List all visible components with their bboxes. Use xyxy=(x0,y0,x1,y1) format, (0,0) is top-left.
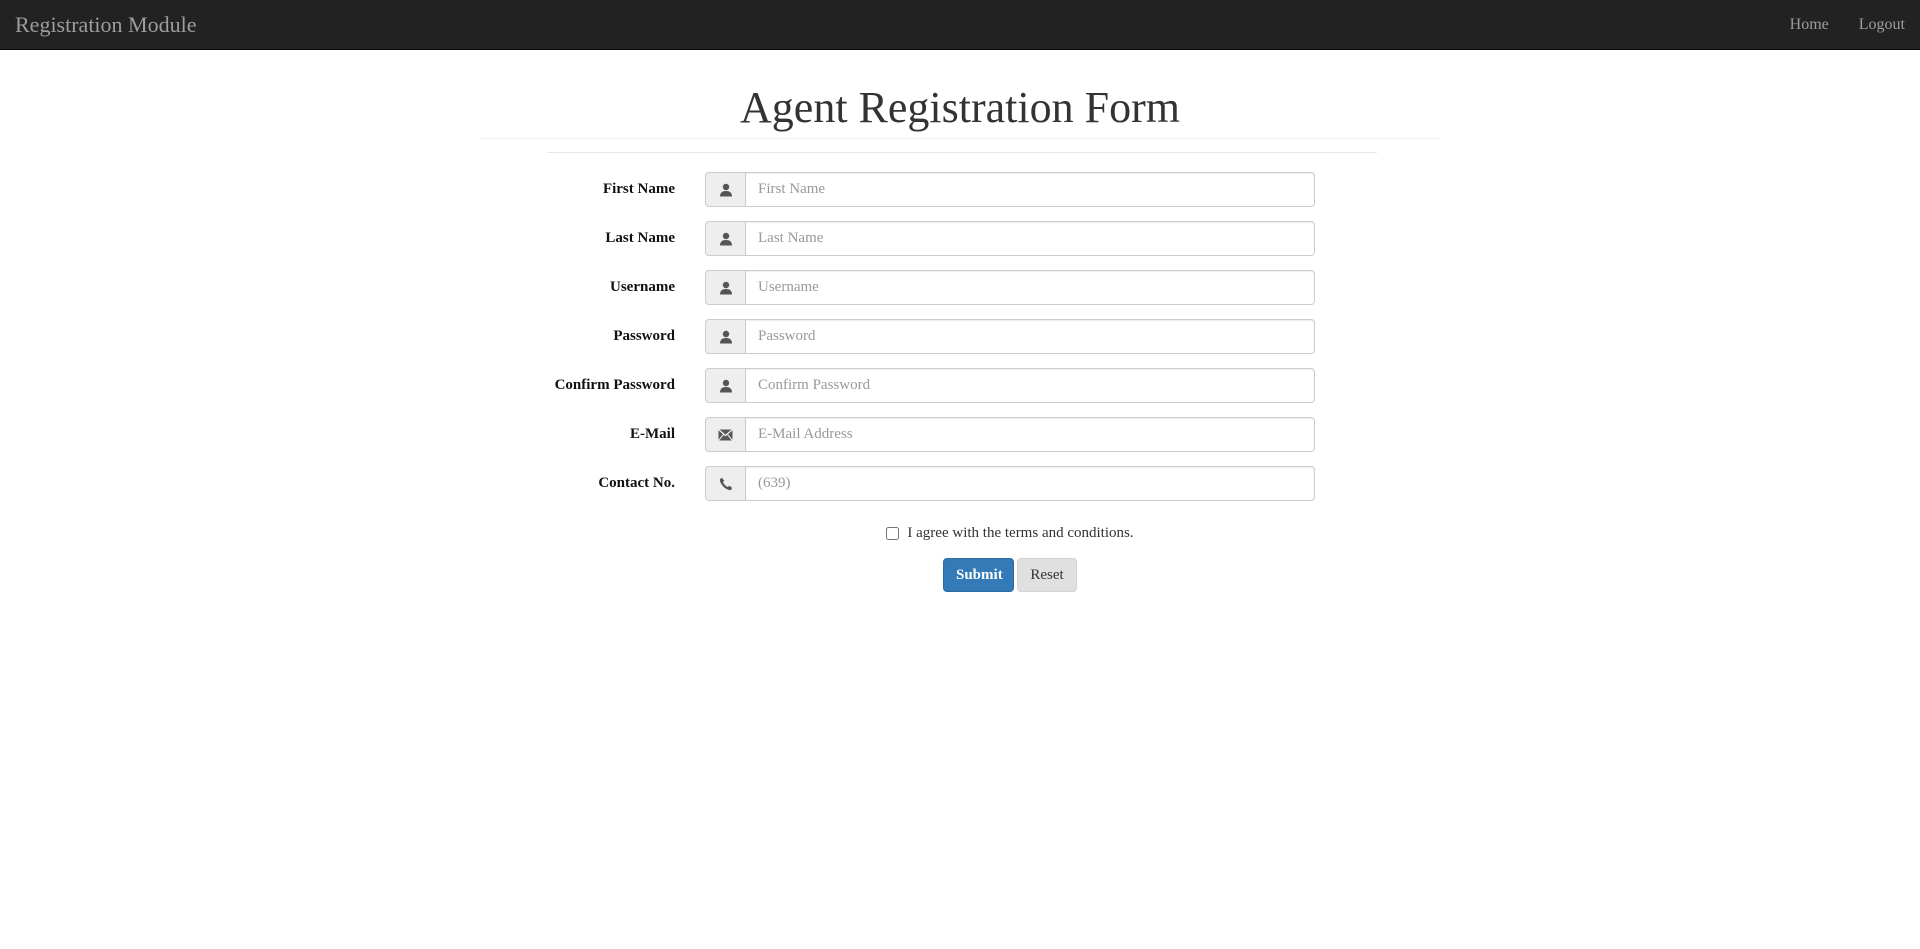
terms-label: I agree with the terms and conditions. xyxy=(907,524,1134,541)
password-group xyxy=(705,319,1315,354)
first-name-input[interactable] xyxy=(745,172,1315,207)
nav-logout-link[interactable]: Logout xyxy=(1844,0,1905,50)
email-input[interactable] xyxy=(745,417,1315,452)
email-row: E-Mail xyxy=(547,417,1315,452)
reset-button[interactable]: Reset xyxy=(1017,558,1077,592)
username-row: Username xyxy=(547,270,1315,305)
confirm-password-group xyxy=(705,368,1315,403)
username-input[interactable] xyxy=(745,270,1315,305)
contact-label: Contact No. xyxy=(598,475,675,491)
navbar: Registration Module Home Logout xyxy=(0,0,1920,50)
first-name-group xyxy=(705,172,1315,207)
title-divider xyxy=(480,138,1440,139)
contact-input[interactable] xyxy=(745,466,1315,501)
username-group xyxy=(705,270,1315,305)
contact-row: Contact No. xyxy=(547,466,1315,501)
last-name-row: Last Name xyxy=(547,221,1315,256)
form-divider xyxy=(547,152,1377,153)
confirm-password-label: Confirm Password xyxy=(554,377,675,393)
user-icon xyxy=(705,172,745,207)
user-icon xyxy=(705,270,745,305)
last-name-input[interactable] xyxy=(745,221,1315,256)
user-icon xyxy=(705,221,745,256)
last-name-label: Last Name xyxy=(605,230,675,246)
email-group xyxy=(705,417,1315,452)
envelope-icon xyxy=(705,417,745,452)
email-label: E-Mail xyxy=(630,426,675,442)
password-input[interactable] xyxy=(745,319,1315,354)
phone-icon xyxy=(705,466,745,501)
confirm-password-input[interactable] xyxy=(745,368,1315,403)
page-title: Agent Registration Form xyxy=(740,83,1180,132)
form-buttons: Submit Reset xyxy=(943,558,1077,593)
user-icon xyxy=(705,319,745,354)
contact-group xyxy=(705,466,1315,501)
first-name-row: First Name xyxy=(547,172,1315,207)
submit-button[interactable]: Submit xyxy=(943,558,1014,592)
nav-home-link[interactable]: Home xyxy=(1775,0,1844,50)
terms-row: I agree with the terms and conditions. xyxy=(0,523,1920,543)
username-label: Username xyxy=(610,279,675,295)
user-icon xyxy=(705,368,745,403)
confirm-password-row: Confirm Password xyxy=(547,368,1315,403)
password-row: Password xyxy=(547,319,1315,354)
brand-link[interactable]: Registration Module xyxy=(15,0,196,50)
terms-checkbox[interactable] xyxy=(886,526,900,540)
nav-links: Home Logout xyxy=(1775,0,1905,50)
first-name-label: First Name xyxy=(602,181,675,197)
last-name-group xyxy=(705,221,1315,256)
password-label: Password xyxy=(613,328,675,344)
